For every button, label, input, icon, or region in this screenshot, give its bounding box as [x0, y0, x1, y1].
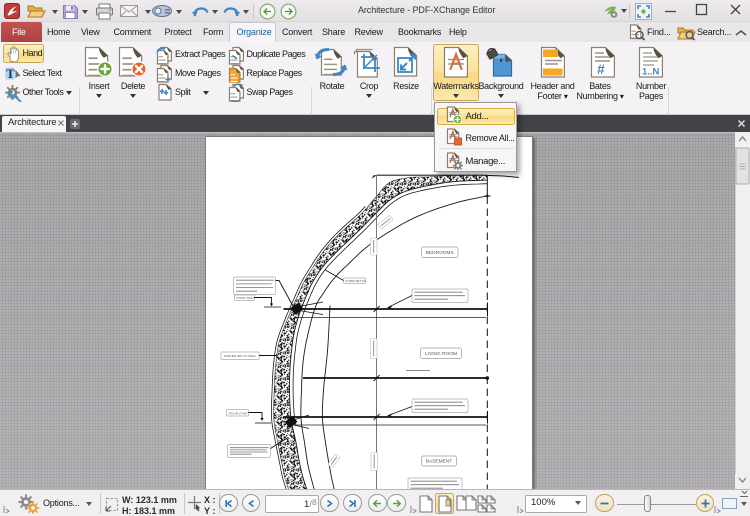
svg-text:BEDROOMS: BEDROOMS	[426, 249, 454, 255]
svg-text:POUR JOINT: POUR JOINT	[237, 296, 256, 300]
svg-text:LIVING ROOM: LIVING ROOM	[425, 350, 457, 356]
svg-text:POUR JOINT: POUR JOINT	[229, 411, 248, 415]
svg-text:FORM SET #4: FORM SET #4	[346, 279, 367, 283]
svg-text:T: T	[6, 67, 15, 81]
svg-text:1..N: 1..N	[642, 67, 660, 78]
svg-text:#: #	[597, 61, 605, 77]
svg-text:FASTEN SET AT WALL: FASTEN SET AT WALL	[224, 354, 257, 358]
svg-text:BASEMENT: BASEMENT	[426, 458, 452, 464]
